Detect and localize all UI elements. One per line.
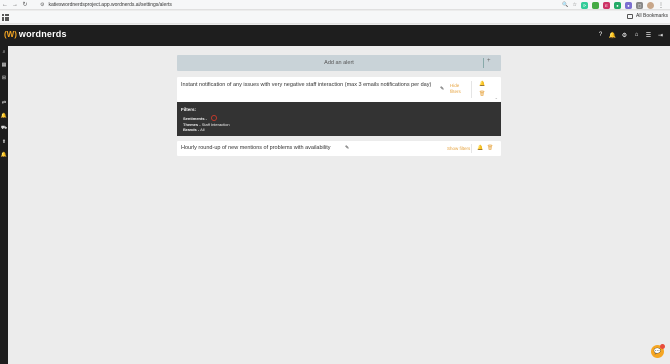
- star-icon[interactable]: ☆: [573, 2, 577, 8]
- url-text: katieswordnerdsproject.app.wordnerds.ai/…: [48, 2, 172, 8]
- alert-description: Instant notification of any issues with …: [181, 82, 432, 88]
- alert-card: Hourly round-up of new mentions of probl…: [177, 141, 501, 156]
- left-sidebar: ⌕ ▦ ⊞ ⇄ 🔔 ⛟ ⬆ 🔔: [0, 46, 8, 364]
- divider: [471, 81, 472, 98]
- logo-mark: (W): [4, 29, 17, 39]
- sidebar-item-filters-icon[interactable]: ⇄: [0, 99, 8, 106]
- sidebar-item-dashboard-icon[interactable]: ▦: [0, 61, 8, 68]
- sidebar-item-alerts-icon[interactable]: 🔔: [0, 112, 8, 119]
- extensions-area: 🔍 ☆ ⟳ E ● ● ▢ ⋮: [562, 1, 664, 9]
- hide-filters-link[interactable]: Hide filters: [450, 83, 466, 95]
- reload-icon[interactable]: ↻: [20, 0, 30, 10]
- profile-avatar[interactable]: [647, 1, 654, 9]
- back-icon[interactable]: ←: [0, 0, 10, 10]
- filters-title: Filters:: [181, 107, 197, 112]
- header-actions: ? 🔔 ⚙ ⌂ ☰ ⇥: [597, 31, 664, 39]
- help-icon[interactable]: ?: [597, 31, 604, 39]
- app-header: (W) wordnerds ? 🔔 ⚙ ⌂ ☰ ⇥: [0, 25, 670, 46]
- bookmarks-bar: All Bookmarks: [0, 11, 670, 24]
- extension-icon[interactable]: ●: [625, 1, 632, 9]
- gear-icon[interactable]: ⚙: [621, 31, 628, 39]
- forward-icon[interactable]: →: [10, 0, 20, 10]
- extension-icon[interactable]: [592, 1, 599, 9]
- sidebar-item-notifications-icon[interactable]: 🔔: [0, 151, 8, 158]
- menu-icon[interactable]: ⋮: [658, 2, 664, 9]
- trash-icon[interactable]: 🗑: [487, 145, 493, 151]
- brands-label: Brands -: [183, 127, 200, 132]
- brands-value: All: [200, 127, 205, 132]
- browser-toolbar: ← → ↻ ⚙ katieswordnerdsproject.app.wordn…: [0, 0, 670, 10]
- sentiments-label: Sentiments -: [183, 116, 208, 122]
- plus-icon: +: [487, 58, 491, 64]
- address-bar[interactable]: ⚙ katieswordnerdsproject.app.wordnerds.a…: [40, 1, 172, 9]
- extension-icon[interactable]: E: [603, 1, 610, 9]
- alert-description: Hourly round-up of new mentions of probl…: [181, 145, 331, 151]
- all-bookmarks-label: All Bookmarks: [636, 13, 668, 19]
- chevron-down-icon: ⌄: [494, 95, 498, 100]
- extensions-puzzle-icon[interactable]: ▢: [636, 1, 643, 9]
- zoom-icon[interactable]: 🔍: [562, 2, 568, 8]
- folder-icon: [627, 13, 634, 19]
- home-icon[interactable]: ⌂: [633, 31, 640, 39]
- divider: [471, 144, 472, 153]
- alert-card: Instant notification of any issues with …: [177, 77, 501, 102]
- sidebar-item-grid-icon[interactable]: ⊞: [0, 74, 8, 81]
- trash-icon[interactable]: 🗑: [479, 91, 485, 97]
- add-alert-divider: [483, 58, 484, 68]
- add-alert-button[interactable]: Add an alert +: [177, 55, 501, 71]
- sidebar-item-inbox-icon[interactable]: ⛟: [0, 125, 8, 132]
- sliders-icon[interactable]: ☰: [645, 31, 652, 39]
- add-alert-label: Add an alert: [324, 60, 354, 66]
- extension-icon[interactable]: ●: [614, 1, 621, 9]
- filters-panel: Filters: Sentiments - Themes - Staff Int…: [177, 102, 501, 136]
- apps-icon[interactable]: [2, 14, 9, 21]
- sidebar-item-search-icon[interactable]: ⌕: [0, 48, 8, 55]
- logout-icon[interactable]: ⇥: [657, 31, 664, 39]
- chat-badge: [660, 344, 665, 349]
- sidebar-item-upload-icon[interactable]: ⬆: [0, 138, 8, 145]
- show-filters-link[interactable]: Show filters: [447, 146, 470, 151]
- bell-icon[interactable]: 🔔: [477, 145, 483, 151]
- bell-icon[interactable]: 🔔: [479, 81, 485, 87]
- themes-value: Staff Interaction: [201, 122, 230, 127]
- all-bookmarks-button[interactable]: All Bookmarks: [627, 13, 668, 19]
- logo-text: wordnerds: [18, 29, 67, 39]
- filter-brands: Brands - All: [183, 127, 205, 132]
- bell-icon[interactable]: 🔔: [609, 31, 616, 39]
- logo[interactable]: (W) wordnerds: [4, 29, 67, 39]
- pencil-icon[interactable]: ✎: [440, 86, 444, 92]
- extension-icon[interactable]: ⟳: [581, 1, 588, 9]
- site-info-icon[interactable]: ⚙: [40, 2, 44, 8]
- sentiment-icon: [211, 115, 218, 121]
- pencil-icon[interactable]: ✎: [345, 145, 349, 151]
